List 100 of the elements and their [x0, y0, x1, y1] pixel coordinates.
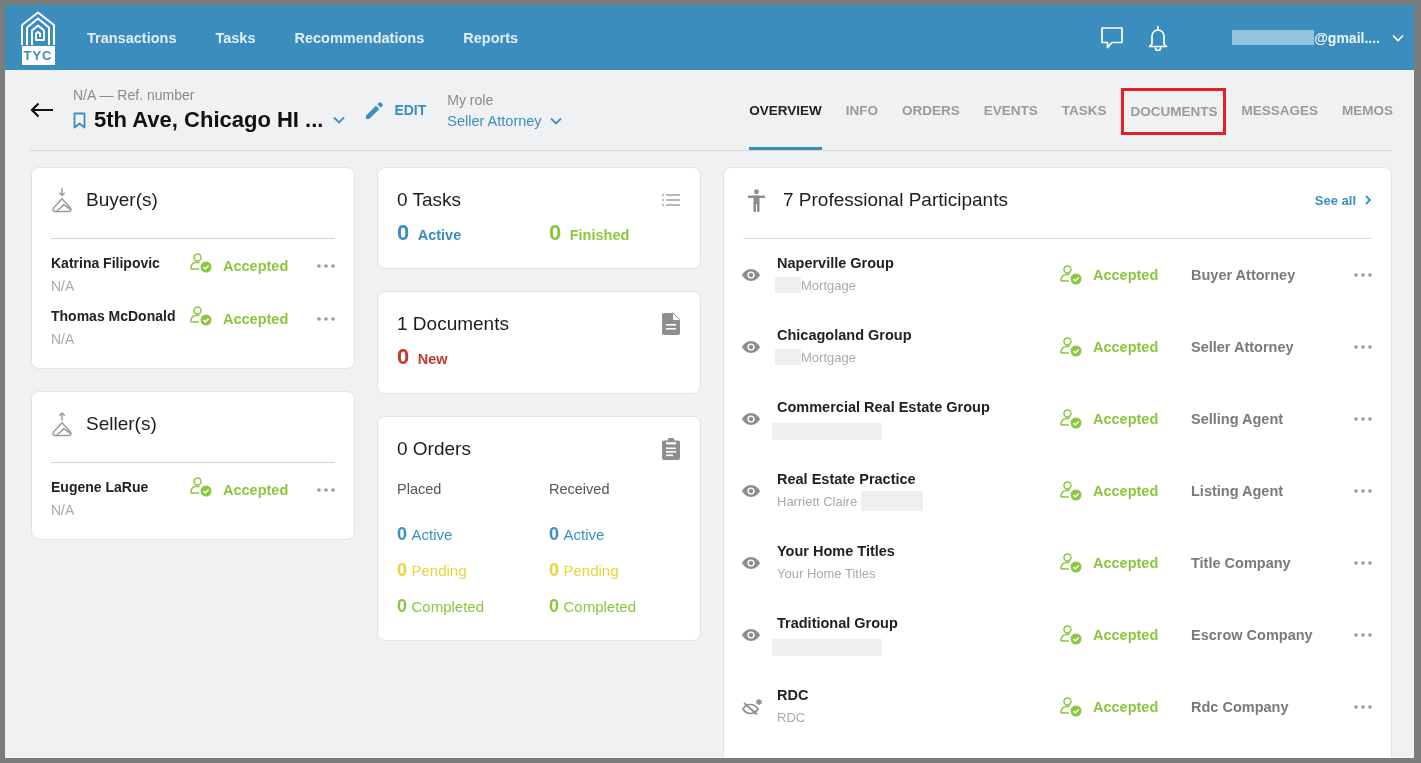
- status-text: Accepted: [223, 481, 289, 500]
- eye-icon[interactable]: [742, 629, 760, 641]
- eye-icon[interactable]: [742, 485, 760, 497]
- edit-button[interactable]: EDIT: [365, 100, 427, 120]
- status-text: Accepted: [1093, 338, 1159, 357]
- participant-name: Traditional Group: [777, 614, 899, 633]
- ref-number: N/A — Ref. number: [73, 86, 196, 105]
- tab[interactable]: DOCUMENTS: [1121, 87, 1227, 135]
- hanger-arrow-down-icon: [51, 186, 73, 214]
- tab[interactable]: ORDERS: [901, 70, 960, 150]
- eye-slash-icon[interactable]: [742, 699, 762, 715]
- ellipsis-icon[interactable]: [1354, 345, 1372, 349]
- nav-link[interactable]: Reports: [463, 29, 519, 46]
- tab[interactable]: MEMOS: [1342, 70, 1393, 150]
- participant-name: RDC: [777, 686, 810, 705]
- chevron-right-icon: [1365, 195, 1371, 205]
- participant-role: Seller Attorney: [1191, 339, 1295, 355]
- nav-link[interactable]: Recommendations: [294, 29, 425, 46]
- eye-icon[interactable]: [742, 557, 760, 569]
- party-name: Katrina Filipovic: [51, 254, 161, 273]
- ellipsis-icon[interactable]: [1354, 633, 1372, 637]
- eye-icon[interactable]: [742, 269, 760, 281]
- clipboard-icon[interactable]: [662, 438, 680, 460]
- eye-icon[interactable]: [742, 341, 760, 353]
- tab[interactable]: INFO: [845, 70, 878, 150]
- party-name: Thomas McDonald: [51, 307, 177, 326]
- participant-name: Your Home Titles: [777, 542, 896, 561]
- participant-detail: Your Home Titles: [777, 565, 876, 581]
- stat-link[interactable]: 0 Completed: [397, 593, 484, 620]
- status-text: Accepted: [1093, 482, 1159, 501]
- document-icon[interactable]: [662, 313, 680, 335]
- ellipsis-icon[interactable]: [1354, 561, 1372, 565]
- participant-detail: Mortgage: [801, 277, 856, 293]
- nav-link[interactable]: Tasks: [215, 29, 256, 46]
- ellipsis-icon[interactable]: [1354, 705, 1372, 709]
- pencil-icon: [365, 100, 385, 120]
- ellipsis-icon[interactable]: [317, 317, 335, 321]
- user-email[interactable]: @gmail....: [1314, 29, 1380, 46]
- ellipsis-icon[interactable]: [317, 264, 335, 268]
- status-text: Accepted: [1093, 626, 1159, 645]
- participant-name: Naperville Group: [777, 254, 895, 273]
- column-heading: Placed: [397, 480, 442, 499]
- status-text: Accepted: [1093, 698, 1159, 717]
- person-check-icon: [190, 477, 212, 497]
- hanger-arrow-up-icon: [51, 410, 73, 438]
- role-label: My role: [447, 91, 494, 110]
- tab[interactable]: EVENTS: [983, 70, 1038, 150]
- card-title: Buyer(s): [86, 188, 158, 212]
- person-check-icon: [1060, 625, 1082, 645]
- tab[interactable]: OVERVIEW: [749, 70, 822, 150]
- participant-role: Title Company: [1191, 555, 1292, 571]
- participant-name: Commercial Real Estate Group: [777, 398, 991, 417]
- participant-role: Rdc Company: [1191, 699, 1290, 715]
- logo-text: TYC: [21, 45, 55, 65]
- bell-icon[interactable]: [1147, 24, 1170, 51]
- stat-link[interactable]: 0 Active: [549, 521, 636, 548]
- person-check-icon: [1060, 481, 1082, 501]
- card-title: 1 Documents: [397, 312, 509, 336]
- list-icon[interactable]: [662, 194, 680, 206]
- tab[interactable]: MESSAGES: [1241, 70, 1318, 150]
- ellipsis-icon[interactable]: [1354, 417, 1372, 421]
- chevron-down-icon: [549, 117, 562, 125]
- chat-bubble-icon[interactable]: [1100, 25, 1125, 50]
- house-logo-icon[interactable]: [20, 10, 56, 45]
- stat-link[interactable]: 0 New: [397, 344, 448, 372]
- chevron-down-icon[interactable]: [333, 116, 346, 124]
- eye-icon[interactable]: [742, 413, 760, 425]
- nav-link[interactable]: Transactions: [87, 29, 177, 46]
- column-heading: Received: [549, 480, 610, 499]
- participant-detail: Harriett Claire: [777, 493, 858, 509]
- role-dropdown[interactable]: Seller Attorney: [447, 110, 562, 132]
- stat-link[interactable]: 0 Active: [397, 521, 484, 548]
- person-check-icon: [190, 306, 212, 326]
- stat-link[interactable]: 0 Completed: [549, 593, 636, 620]
- see-all-link[interactable]: See all: [1314, 192, 1371, 208]
- party-detail: N/A: [51, 501, 76, 520]
- person-check-icon: [1060, 265, 1082, 285]
- participant-detail: Mortgage: [801, 349, 856, 365]
- person-check-icon: [1060, 697, 1082, 717]
- status-text: Accepted: [223, 310, 289, 329]
- bookmark-icon[interactable]: [73, 111, 86, 129]
- ellipsis-icon[interactable]: [317, 488, 335, 492]
- status-text: Accepted: [223, 257, 289, 276]
- back-arrow-icon[interactable]: [30, 102, 54, 118]
- ellipsis-icon[interactable]: [1354, 489, 1372, 493]
- card-title: 0 Orders: [397, 437, 471, 461]
- participant-name: Chicagoland Group: [777, 326, 913, 345]
- person-check-icon: [1060, 409, 1082, 429]
- party-detail: N/A: [51, 277, 76, 296]
- card-title: 7 Professional Participants: [783, 188, 1008, 212]
- ellipsis-icon[interactable]: [1354, 273, 1372, 277]
- stat-link[interactable]: 0 Finished: [549, 220, 630, 248]
- stat-link[interactable]: 0 Active: [397, 220, 462, 248]
- person-check-icon: [1060, 337, 1082, 357]
- party-name: Eugene LaRue: [51, 478, 150, 497]
- status-text: Accepted: [1093, 266, 1159, 285]
- card-title: Seller(s): [86, 412, 157, 436]
- tab[interactable]: TASKS: [1061, 70, 1107, 150]
- participant-role: Escrow Company: [1191, 627, 1314, 643]
- participant-role: Selling Agent: [1191, 411, 1285, 427]
